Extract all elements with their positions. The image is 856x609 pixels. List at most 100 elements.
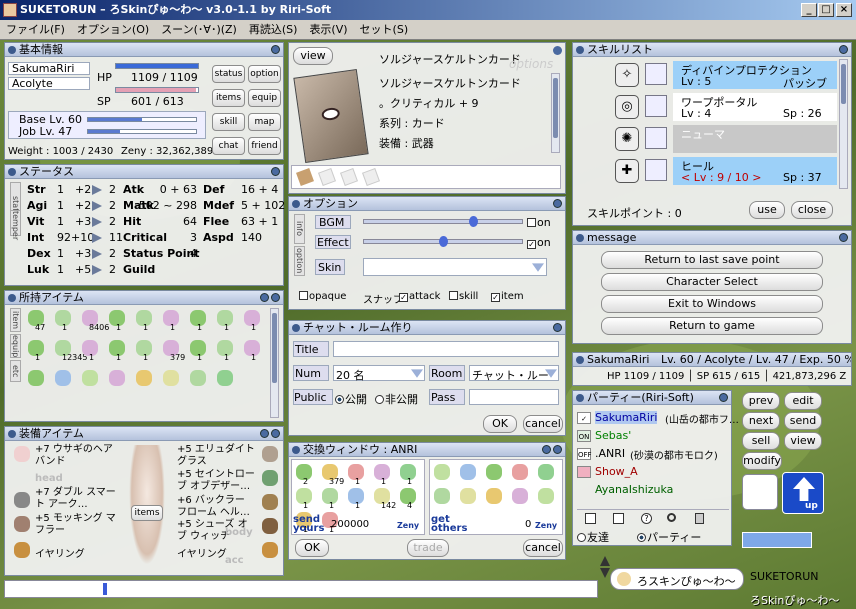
view-button[interactable]: view xyxy=(293,47,333,65)
return-game-button[interactable]: Return to game xyxy=(601,317,823,335)
room-select[interactable]: チャット・ルー xyxy=(469,365,559,382)
inventory-item[interactable]: 1 xyxy=(106,339,128,362)
sell-button[interactable]: sell xyxy=(742,432,780,450)
maximize-button[interactable]: □ xyxy=(818,3,834,17)
effect-slider[interactable] xyxy=(363,236,523,247)
panel-titlebar[interactable]: 交換ウィンドウ : ANRI xyxy=(289,443,565,457)
collapse-icon[interactable] xyxy=(839,233,848,242)
edit-button[interactable]: edit xyxy=(784,392,822,410)
close-window-button[interactable]: × xyxy=(836,3,852,17)
panel-titlebar[interactable]: スキルリスト xyxy=(573,43,851,57)
search-icon[interactable] xyxy=(667,513,676,522)
lv-up-button[interactable] xyxy=(645,95,667,117)
expand-icon[interactable] xyxy=(260,293,269,302)
view-button[interactable]: view xyxy=(784,432,822,450)
expand-icon[interactable] xyxy=(542,445,551,454)
friend-radio[interactable] xyxy=(577,533,586,542)
trash-icon[interactable] xyxy=(695,513,704,524)
trade-item[interactable] xyxy=(483,463,505,485)
panel-titlebar[interactable]: パーティー(Riri-Soft) xyxy=(573,391,731,405)
effect-checkbox[interactable]: ✓ xyxy=(527,240,536,249)
inventory-item[interactable]: 8406 xyxy=(79,309,109,332)
inventory-item[interactable] xyxy=(52,369,74,391)
trade-item[interactable] xyxy=(431,487,453,509)
collapse-icon[interactable] xyxy=(271,167,280,176)
close-skill-button[interactable]: close xyxy=(791,201,833,219)
private-radio[interactable] xyxy=(375,395,384,404)
trade-item[interactable] xyxy=(535,487,557,509)
stat-increase-icon[interactable] xyxy=(92,265,102,275)
tab-etc[interactable]: etc xyxy=(10,360,21,382)
option-button[interactable]: option xyxy=(248,65,281,83)
stat-increase-icon[interactable] xyxy=(92,217,102,227)
skill-scrollbar[interactable] xyxy=(839,59,848,189)
close-icon[interactable] xyxy=(553,46,562,55)
trade-item[interactable]: 1 xyxy=(319,487,341,510)
return-save-point-button[interactable]: Return to last save point xyxy=(601,251,823,269)
equip-slot-garment[interactable] xyxy=(11,515,33,537)
menu-set[interactable]: セット(S) xyxy=(354,20,415,40)
panel-titlebar[interactable]: ステータス xyxy=(5,165,283,179)
panel-titlebar[interactable]: 所持アイテム xyxy=(5,291,283,305)
pass-input[interactable] xyxy=(469,389,559,405)
skin-select[interactable] xyxy=(363,258,547,276)
friend-button[interactable]: friend xyxy=(248,137,281,155)
chat-button[interactable]: chat xyxy=(212,137,245,155)
menu-option[interactable]: オプション(O) xyxy=(71,20,155,40)
tab-temper[interactable]: temper xyxy=(10,210,21,240)
scroll-up-icon[interactable] xyxy=(600,556,610,566)
trade-item[interactable] xyxy=(535,463,557,485)
next-button[interactable]: next xyxy=(742,412,780,430)
public-radio[interactable] xyxy=(335,395,344,404)
use-button[interactable]: use xyxy=(749,201,785,219)
inventory-item[interactable]: 1 xyxy=(241,309,263,332)
inventory-item[interactable] xyxy=(214,369,236,391)
inventory-item[interactable]: 1 xyxy=(214,309,236,332)
expand-icon[interactable] xyxy=(260,429,269,438)
equip-slot-head[interactable] xyxy=(11,445,33,467)
trade-item[interactable]: 1 xyxy=(345,463,367,486)
menu-soon[interactable]: スーン(･∀･)(Z) xyxy=(155,20,243,40)
inventory-item[interactable]: 1 xyxy=(187,309,209,332)
stat-increase-icon[interactable] xyxy=(92,249,102,259)
inventory-item[interactable]: 1 xyxy=(160,309,182,332)
help-icon[interactable]: ? xyxy=(641,513,652,524)
inventory-scrollbar[interactable] xyxy=(270,308,279,418)
trade-item[interactable]: 4 xyxy=(397,487,419,510)
inventory-item[interactable] xyxy=(106,369,128,391)
tab-equip[interactable]: equip xyxy=(10,334,21,358)
trade-item[interactable]: 1 xyxy=(397,463,419,486)
menu-view[interactable]: 表示(V) xyxy=(303,20,353,40)
items-button[interactable]: items xyxy=(212,89,245,107)
trade-item[interactable] xyxy=(431,463,453,485)
inventory-item[interactable]: 1 xyxy=(133,339,155,362)
inventory-item[interactable] xyxy=(79,369,101,391)
minimize-button[interactable]: _ xyxy=(801,3,817,17)
collapse-icon[interactable] xyxy=(271,45,280,54)
bgm-slider[interactable] xyxy=(363,216,523,227)
party-member-name[interactable]: SakumaRiri xyxy=(595,411,658,424)
panel-titlebar[interactable]: チャット・ルーム作り xyxy=(289,321,565,335)
description-scrollbar[interactable] xyxy=(551,73,560,153)
calendar-icon[interactable] xyxy=(613,513,624,524)
trade-item[interactable]: 142 xyxy=(371,487,396,510)
collapse-icon[interactable] xyxy=(271,293,280,302)
trade-item[interactable]: 1 xyxy=(293,487,315,510)
stat-increase-icon[interactable] xyxy=(92,201,102,211)
trade-item[interactable] xyxy=(457,463,479,485)
panel-titlebar[interactable]: オプション xyxy=(289,197,565,211)
panel-titlebar[interactable]: 装備アイテム xyxy=(5,427,283,441)
equip-button[interactable]: equip xyxy=(248,89,281,107)
stat-increase-icon[interactable] xyxy=(92,185,102,195)
trade-item[interactable] xyxy=(509,487,531,509)
chat-input[interactable] xyxy=(4,580,598,598)
trade-item[interactable]: 1 xyxy=(345,487,367,510)
inventory-item[interactable] xyxy=(133,369,155,391)
party-member-name[interactable]: Show_A xyxy=(595,465,638,478)
chat-title-input[interactable] xyxy=(333,341,559,357)
scroll-down-icon[interactable] xyxy=(600,568,610,578)
equip-slot-shoes[interactable] xyxy=(259,517,281,539)
skill-button[interactable]: skill xyxy=(212,113,245,131)
menu-file[interactable]: ファイル(F) xyxy=(0,20,71,40)
trade-cancel-button[interactable]: cancel xyxy=(523,539,563,557)
